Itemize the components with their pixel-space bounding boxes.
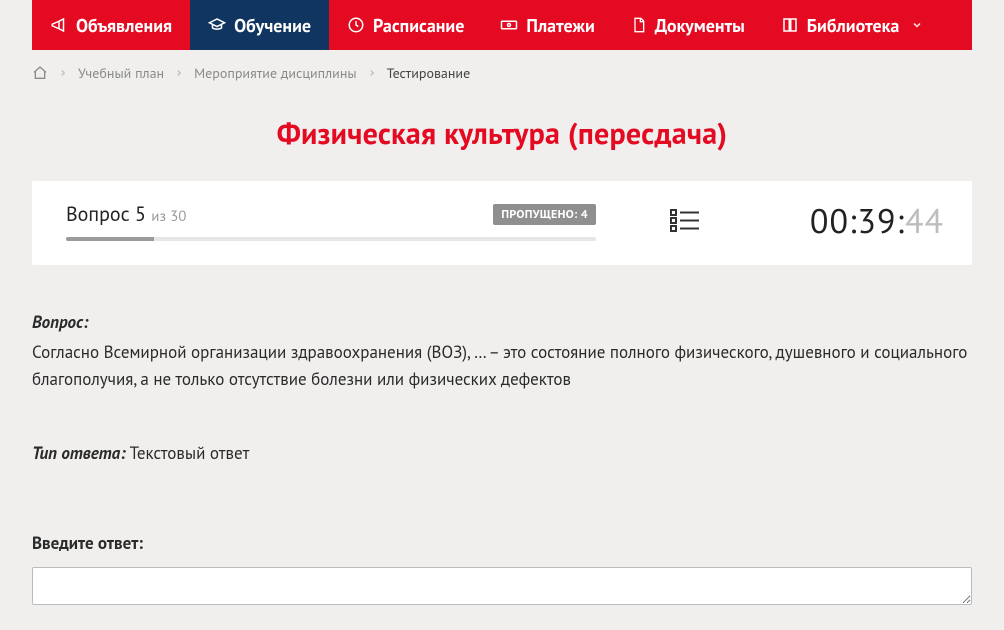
chevron-right-icon — [367, 68, 377, 78]
nav-item-library[interactable]: Библиотека — [763, 0, 942, 50]
book-icon — [781, 16, 799, 34]
question-counter: Вопрос 5 из 30 — [66, 201, 186, 227]
nav-item-announcements[interactable]: Объявления — [32, 0, 190, 50]
home-icon[interactable] — [32, 65, 48, 81]
nav-item-documents[interactable]: Документы — [613, 0, 763, 50]
document-icon — [631, 16, 647, 34]
banknote-icon — [500, 16, 518, 34]
question-text: Согласно Всемирной организации здравоохр… — [32, 339, 972, 392]
nav-item-education[interactable]: Обучение — [190, 0, 329, 50]
nav-label: Платежи — [526, 14, 594, 37]
nav-label: Обучение — [234, 14, 311, 37]
breadcrumb-current: Тестирование — [387, 64, 471, 82]
clock-icon — [347, 16, 365, 34]
main-nav: Объявления Обучение Расписание — [32, 0, 972, 50]
answer-input-label: Введите ответ: — [32, 530, 972, 556]
answer-type-label: Тип ответа: — [32, 442, 126, 464]
progress-fill — [66, 237, 154, 241]
question-heading: Вопрос: — [32, 311, 88, 333]
breadcrumb-link-event[interactable]: Мероприятие дисциплины — [194, 64, 357, 82]
megaphone-icon — [50, 16, 68, 34]
chevron-right-icon — [58, 68, 68, 78]
graduation-cap-icon — [208, 16, 226, 34]
timer: 00:39:44 — [810, 199, 944, 243]
list-icon — [670, 208, 700, 234]
progress-bar — [66, 237, 596, 241]
chevron-right-icon — [174, 68, 184, 78]
test-status-panel: Вопрос 5 из 30 ПРОПУЩЕНО: 4 — [32, 181, 972, 265]
question-body: Вопрос: Согласно Всемирной организации з… — [32, 265, 972, 612]
skipped-badge: ПРОПУЩЕНО: 4 — [493, 204, 596, 225]
breadcrumb: Учебный план Мероприятие дисциплины Тест… — [32, 50, 972, 92]
nav-item-schedule[interactable]: Расписание — [329, 0, 482, 50]
page-title: Физическая культура (пересдача) — [32, 92, 972, 181]
question-list-button[interactable] — [620, 208, 730, 234]
nav-label: Расписание — [373, 14, 464, 37]
answer-input[interactable] — [32, 567, 972, 605]
breadcrumb-link-plan[interactable]: Учебный план — [78, 64, 164, 82]
answer-type-value: Текстовый ответ — [130, 442, 250, 464]
nav-item-payments[interactable]: Платежи — [482, 0, 612, 50]
chevron-down-icon — [911, 19, 923, 31]
nav-label: Документы — [655, 14, 745, 37]
nav-label: Объявления — [76, 14, 172, 37]
nav-label: Библиотека — [807, 14, 900, 37]
